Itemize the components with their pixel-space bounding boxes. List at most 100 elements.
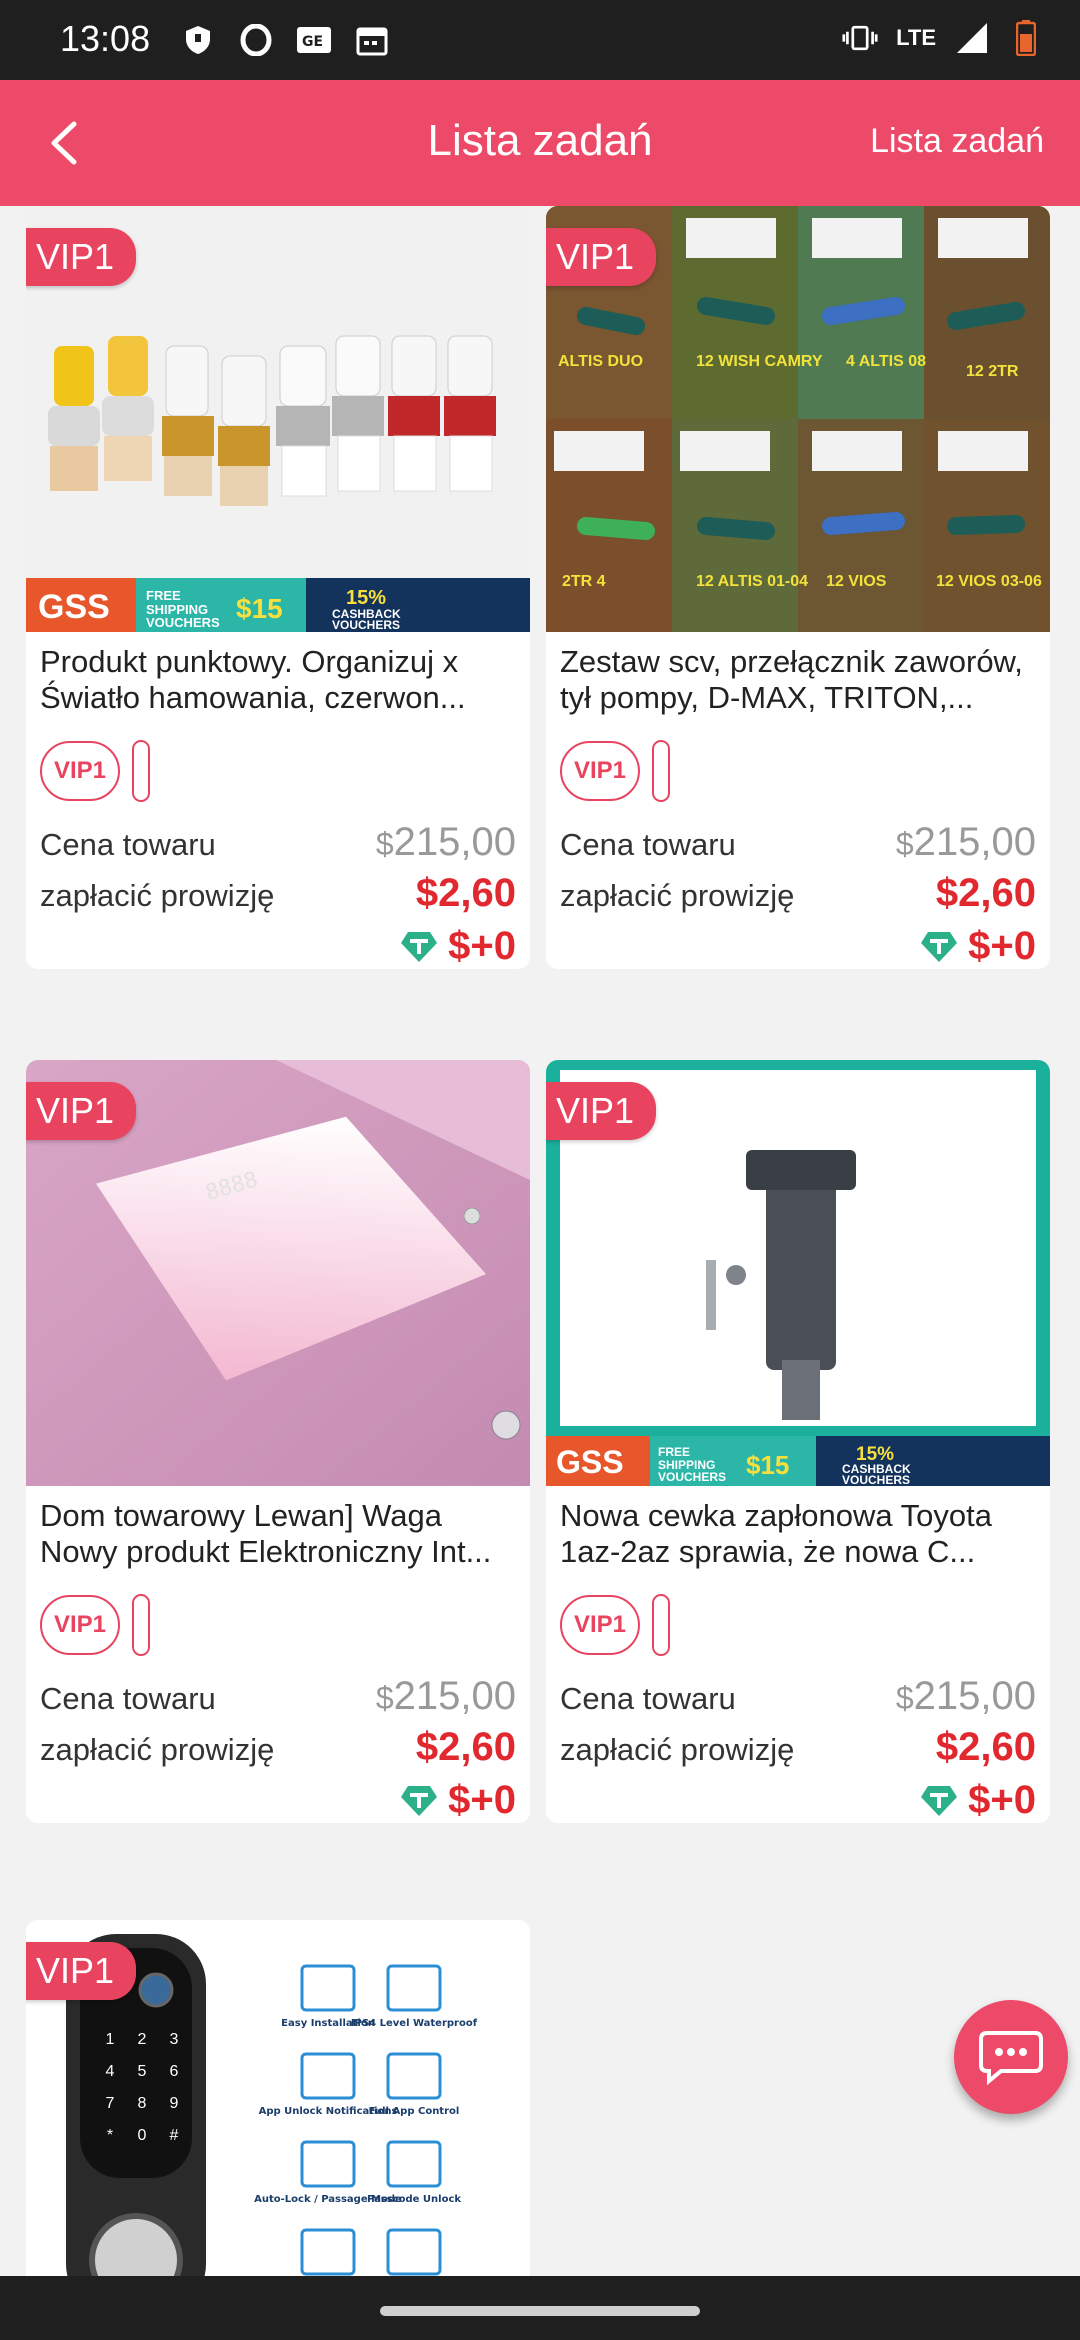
commission-value: $2,60 [415,1725,516,1769]
price-value: $215,00 [375,1674,516,1718]
price-value: $215,00 [895,1674,1036,1718]
svg-text:$15: $15 [746,1450,789,1480]
svg-text:2: 2 [138,2031,147,2048]
product-image: 8888 VIP1 [26,1060,530,1486]
svg-text:VOUCHERS: VOUCHERS [146,615,220,630]
svg-text:3: 3 [170,2031,179,2048]
svg-text:1: 1 [106,2031,115,2048]
empty-badge [652,740,671,802]
svg-text:IPS4 Level Waterproof: IPS4 Level Waterproof [351,2018,478,2029]
vip-tag: VIP1 [546,228,657,286]
battery-icon [1008,18,1044,58]
product-image: GSS FREE SHIPPING VOUCHERS $15 15% CASHB… [26,206,530,632]
svg-text:#: # [170,2127,179,2144]
system-nav-bar [0,2276,1080,2340]
product-image: 1 2 3 4 5 6 7 8 9 * 0 # Easy Installatio… [26,1920,530,2276]
product-title: Nowa cewka zapłonowa Toyota 1az-2az spra… [560,1498,992,1569]
svg-text:GSS: GSS [38,588,110,626]
product-image: ALTIS DUO 12 WISH CAMRY 4 ALTIS 08 12 2TR 2… [546,206,1050,632]
svg-text:12 2TR: 12 2TR [966,363,1019,380]
svg-text:4 ALTIS 08: 4 ALTIS 08 [846,353,926,370]
product-title: Zestaw scv, przełącznik zaworów, tył pom… [560,644,1023,715]
product-card[interactable]: 8888 VIP1 Dom towarowy Lewan] Waga Nowy … [26,1060,530,1823]
commission-label: zapłacić prowizję [40,878,275,913]
commission-label: zapłacić prowizję [40,1732,275,1767]
svg-text:7: 7 [106,2095,115,2112]
commission-value: $2,60 [935,1725,1036,1769]
empty-badge [132,1594,151,1656]
product-image: GSS FREE SHIPPING VOUCHERS $15 15% CASHB… [546,1060,1050,1486]
vibrate-icon [842,18,878,58]
empty-badge [652,1594,671,1656]
chat-button[interactable] [954,2000,1068,2114]
tether-icon [401,1785,438,1816]
svg-text:8: 8 [138,2095,147,2112]
svg-text:VOUCHERS: VOUCHERS [842,1473,910,1486]
svg-text:12 VIOS: 12 VIOS [826,573,887,590]
calendar-icon [354,20,390,60]
bonus-value: $+0 [968,924,1036,968]
svg-text:12 WISH CAMRY: 12 WISH CAMRY [696,353,823,370]
app-header: Lista zadań Lista zadań [0,80,1080,206]
signal-icon [954,18,990,58]
bonus-value: $+0 [968,1778,1036,1822]
svg-text:2TR 4: 2TR 4 [562,573,606,590]
svg-text:4: 4 [106,2063,115,2080]
tether-icon [921,1785,958,1816]
svg-text:5: 5 [138,2063,147,2080]
svg-text:FREE: FREE [146,588,181,603]
vip-tag: VIP1 [26,1942,137,2000]
id-card-icon: GE [296,20,332,60]
price-label: Cena towaru [560,1681,736,1716]
svg-text:GE: GE [302,34,323,50]
product-card[interactable]: GSS FREE SHIPPING VOUCHERS $15 15% CASHB… [546,1060,1050,1823]
price-label: Cena towaru [560,827,736,862]
svg-text:9: 9 [170,2095,179,2112]
vip-badge: VIP1 [560,1595,641,1655]
commission-label: zapłacić prowizję [560,1732,795,1767]
svg-text:Full App Control: Full App Control [369,2106,460,2117]
commission-value: $2,60 [935,871,1036,915]
tether-icon [921,931,958,962]
product-grid: GSS FREE SHIPPING VOUCHERS $15 15% CASHB… [0,206,1080,2276]
svg-text:12 VIOS 03-06: 12 VIOS 03-06 [936,573,1042,590]
svg-text:15%: 15% [346,587,386,609]
svg-text:FREE: FREE [658,1445,690,1459]
bonus-value: $+0 [448,924,516,968]
product-title: Produkt punktowy. Organizuj x Światło ha… [40,644,466,715]
bonus-value: $+0 [448,1778,516,1822]
vip-tag: VIP1 [26,1082,137,1140]
svg-text:*: * [107,2127,113,2144]
commission-label: zapłacić prowizję [560,878,795,913]
product-card[interactable]: GSS FREE SHIPPING VOUCHERS $15 15% CASHB… [26,206,530,969]
network-type: LTE [896,25,936,50]
svg-text:Passcode Unlock: Passcode Unlock [367,2194,461,2205]
svg-text:VOUCHERS: VOUCHERS [658,1470,726,1484]
empty-badge [132,740,151,802]
vip-badge: VIP1 [40,1595,121,1655]
task-list-link[interactable]: Lista zadań [870,122,1044,161]
price-label: Cena towaru [40,1681,216,1716]
vip-badge: VIP1 [560,741,641,801]
svg-text:6: 6 [170,2063,179,2080]
svg-text:ALTIS DUO: ALTIS DUO [558,353,643,370]
price-value: $215,00 [895,820,1036,864]
product-card[interactable]: ALTIS DUO 12 WISH CAMRY 4 ALTIS 08 12 2TR 2… [546,206,1050,969]
svg-text:$15: $15 [236,593,283,624]
product-card[interactable]: 1 2 3 4 5 6 7 8 9 * 0 # Easy Installatio… [26,1920,530,2276]
shield-icon [180,20,216,60]
opera-icon [238,20,274,60]
svg-text:VOUCHERS: VOUCHERS [332,618,400,632]
price-value: $215,00 [375,820,516,864]
commission-value: $2,60 [415,871,516,915]
home-gesture-handle[interactable] [380,2306,700,2316]
svg-text:12 ALTIS 01-04: 12 ALTIS 01-04 [696,573,808,590]
price-label: Cena towaru [40,827,216,862]
vip-tag: VIP1 [26,228,137,286]
svg-text:0: 0 [138,2127,147,2144]
status-bar: 13:08 GE LTE [0,0,1080,80]
status-time: 13:08 [60,18,151,59]
svg-text:GSS: GSS [556,1444,624,1480]
chat-bubble-icon [979,2031,1043,2085]
product-title: Dom towarowy Lewan] Waga Nowy produkt El… [40,1498,492,1569]
